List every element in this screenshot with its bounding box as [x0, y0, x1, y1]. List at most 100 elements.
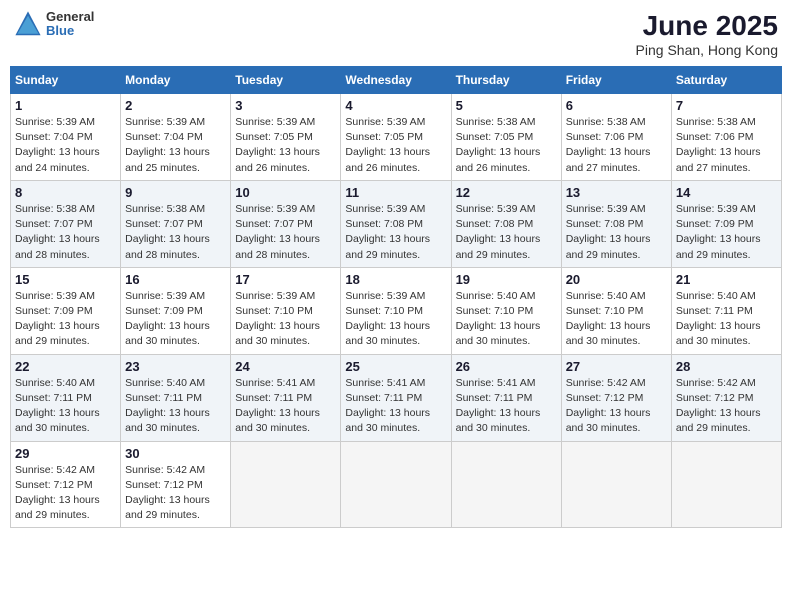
day-info: Sunrise: 5:38 AM Sunset: 7:06 PM Dayligh… [676, 115, 777, 176]
day-number: 13 [566, 185, 667, 200]
day-number: 23 [125, 359, 226, 374]
calendar-cell [451, 441, 561, 528]
calendar-cell: 6Sunrise: 5:38 AM Sunset: 7:06 PM Daylig… [561, 94, 671, 181]
day-number: 4 [345, 98, 446, 113]
calendar-cell [561, 441, 671, 528]
logo-line1: General [46, 10, 94, 24]
day-number: 17 [235, 272, 336, 287]
calendar-table: SundayMondayTuesdayWednesdayThursdayFrid… [10, 66, 782, 528]
calendar-cell: 24 Sunrise: 5:41 AM Sunset: 7:11 PM Dayli… [231, 354, 341, 441]
day-info: Sunrise: 5:39 AM Sunset: 7:10 PM Dayligh… [345, 289, 446, 350]
calendar-cell: 15 Sunrise: 5:39 AM Sunset: 7:09 PM Dayli… [11, 267, 121, 354]
day-number: 30 [125, 446, 226, 461]
weekday-header-thursday: Thursday [451, 67, 561, 94]
day-number: 8 [15, 185, 116, 200]
day-info: Sunrise: 5:39 AM Sunset: 7:08 PM Dayligh… [566, 202, 667, 263]
day-info: Sunrise: 5:39 AM Sunset: 7:09 PM Dayligh… [125, 289, 226, 350]
calendar-cell: 29 Sunrise: 5:42 AM Sunset: 7:12 PM Dayli… [11, 441, 121, 528]
day-number: 25 [345, 359, 446, 374]
day-info: Sunrise: 5:39 AM Sunset: 7:05 PM Dayligh… [235, 115, 336, 176]
logo-icon [14, 10, 42, 38]
calendar-week-row: 1 Sunrise: 5:39 AM Sunset: 7:04 PM Daylig… [11, 94, 782, 181]
calendar-week-row: 22 Sunrise: 5:40 AM Sunset: 7:11 PM Dayli… [11, 354, 782, 441]
day-info: Sunrise: 5:40 AM Sunset: 7:10 PM Dayligh… [566, 289, 667, 350]
day-info: Sunrise: 5:41 AM Sunset: 7:11 PM Dayligh… [345, 376, 446, 437]
calendar-cell: 25 Sunrise: 5:41 AM Sunset: 7:11 PM Dayli… [341, 354, 451, 441]
calendar-cell: 26Sunrise: 5:41 AM Sunset: 7:11 PM Dayli… [451, 354, 561, 441]
day-number: 11 [345, 185, 446, 200]
day-number: 14 [676, 185, 777, 200]
weekday-header-wednesday: Wednesday [341, 67, 451, 94]
calendar-cell: 28 Sunrise: 5:42 AM Sunset: 7:12 PM Dayli… [671, 354, 781, 441]
day-number: 22 [15, 359, 116, 374]
calendar-cell: 12Sunrise: 5:39 AM Sunset: 7:08 PM Dayli… [451, 180, 561, 267]
weekday-header-saturday: Saturday [671, 67, 781, 94]
day-number: 10 [235, 185, 336, 200]
calendar-cell: 13 Sunrise: 5:39 AM Sunset: 7:08 PM Dayli… [561, 180, 671, 267]
day-info: Sunrise: 5:39 AM Sunset: 7:07 PM Dayligh… [235, 202, 336, 263]
calendar-cell: 23 Sunrise: 5:40 AM Sunset: 7:11 PM Dayli… [121, 354, 231, 441]
calendar-cell: 8 Sunrise: 5:38 AM Sunset: 7:07 PM Daylig… [11, 180, 121, 267]
weekday-header-friday: Friday [561, 67, 671, 94]
day-info: Sunrise: 5:39 AM Sunset: 7:10 PM Dayligh… [235, 289, 336, 350]
day-number: 20 [566, 272, 667, 287]
day-number: 3 [235, 98, 336, 113]
calendar-cell: 16 Sunrise: 5:39 AM Sunset: 7:09 PM Dayli… [121, 267, 231, 354]
day-info: Sunrise: 5:42 AM Sunset: 7:12 PM Dayligh… [15, 463, 116, 524]
day-info: Sunrise: 5:39 AM Sunset: 7:09 PM Dayligh… [676, 202, 777, 263]
calendar-cell [671, 441, 781, 528]
day-info: Sunrise: 5:39 AM Sunset: 7:04 PM Dayligh… [125, 115, 226, 176]
day-number: 28 [676, 359, 777, 374]
day-number: 16 [125, 272, 226, 287]
calendar-cell: 7 Sunrise: 5:38 AM Sunset: 7:06 PM Daylig… [671, 94, 781, 181]
day-number: 2 [125, 98, 226, 113]
calendar-cell: 4 Sunrise: 5:39 AM Sunset: 7:05 PM Daylig… [341, 94, 451, 181]
calendar-cell: 10 Sunrise: 5:39 AM Sunset: 7:07 PM Dayli… [231, 180, 341, 267]
day-info: Sunrise: 5:41 AM Sunset: 7:11 PM Dayligh… [235, 376, 336, 437]
day-info: Sunrise: 5:39 AM Sunset: 7:08 PM Dayligh… [345, 202, 446, 263]
calendar-cell: 22 Sunrise: 5:40 AM Sunset: 7:11 PM Dayli… [11, 354, 121, 441]
calendar-week-row: 15 Sunrise: 5:39 AM Sunset: 7:09 PM Dayli… [11, 267, 782, 354]
day-number: 19 [456, 272, 557, 287]
day-info: Sunrise: 5:42 AM Sunset: 7:12 PM Dayligh… [676, 376, 777, 437]
weekday-header-sunday: Sunday [11, 67, 121, 94]
day-number: 12 [456, 185, 557, 200]
calendar-cell: 18 Sunrise: 5:39 AM Sunset: 7:10 PM Dayli… [341, 267, 451, 354]
day-number: 18 [345, 272, 446, 287]
day-info: Sunrise: 5:39 AM Sunset: 7:04 PM Dayligh… [15, 115, 116, 176]
day-info: Sunrise: 5:38 AM Sunset: 7:05 PM Dayligh… [456, 115, 557, 176]
day-number: 15 [15, 272, 116, 287]
calendar-week-row: 29 Sunrise: 5:42 AM Sunset: 7:12 PM Dayli… [11, 441, 782, 528]
calendar-cell: 5Sunrise: 5:38 AM Sunset: 7:05 PM Daylig… [451, 94, 561, 181]
calendar-cell: 30Sunrise: 5:42 AM Sunset: 7:12 PM Dayli… [121, 441, 231, 528]
day-info: Sunrise: 5:42 AM Sunset: 7:12 PM Dayligh… [566, 376, 667, 437]
calendar-cell [341, 441, 451, 528]
calendar-title: June 2025 [636, 10, 778, 42]
calendar-cell: 19 Sunrise: 5:40 AM Sunset: 7:10 PM Dayli… [451, 267, 561, 354]
calendar-cell: 3 Sunrise: 5:39 AM Sunset: 7:05 PM Daylig… [231, 94, 341, 181]
day-info: Sunrise: 5:39 AM Sunset: 7:05 PM Dayligh… [345, 115, 446, 176]
day-number: 29 [15, 446, 116, 461]
day-info: Sunrise: 5:38 AM Sunset: 7:07 PM Dayligh… [15, 202, 116, 263]
day-info: Sunrise: 5:40 AM Sunset: 7:10 PM Dayligh… [456, 289, 557, 350]
day-number: 6 [566, 98, 667, 113]
calendar-cell: 9Sunrise: 5:38 AM Sunset: 7:07 PM Daylig… [121, 180, 231, 267]
day-number: 1 [15, 98, 116, 113]
day-number: 21 [676, 272, 777, 287]
day-info: Sunrise: 5:40 AM Sunset: 7:11 PM Dayligh… [125, 376, 226, 437]
logo-line2: Blue [46, 24, 94, 38]
calendar-cell [231, 441, 341, 528]
calendar-cell: 1 Sunrise: 5:39 AM Sunset: 7:04 PM Daylig… [11, 94, 121, 181]
day-number: 7 [676, 98, 777, 113]
calendar-cell: 14 Sunrise: 5:39 AM Sunset: 7:09 PM Dayli… [671, 180, 781, 267]
title-area: June 2025 Ping Shan, Hong Kong [636, 10, 778, 58]
day-info: Sunrise: 5:40 AM Sunset: 7:11 PM Dayligh… [676, 289, 777, 350]
day-number: 24 [235, 359, 336, 374]
weekday-header-monday: Monday [121, 67, 231, 94]
day-info: Sunrise: 5:40 AM Sunset: 7:11 PM Dayligh… [15, 376, 116, 437]
logo-text: General Blue [46, 10, 94, 39]
calendar-cell: 27Sunrise: 5:42 AM Sunset: 7:12 PM Dayli… [561, 354, 671, 441]
day-number: 9 [125, 185, 226, 200]
calendar-header-row: SundayMondayTuesdayWednesdayThursdayFrid… [11, 67, 782, 94]
day-info: Sunrise: 5:39 AM Sunset: 7:09 PM Dayligh… [15, 289, 116, 350]
